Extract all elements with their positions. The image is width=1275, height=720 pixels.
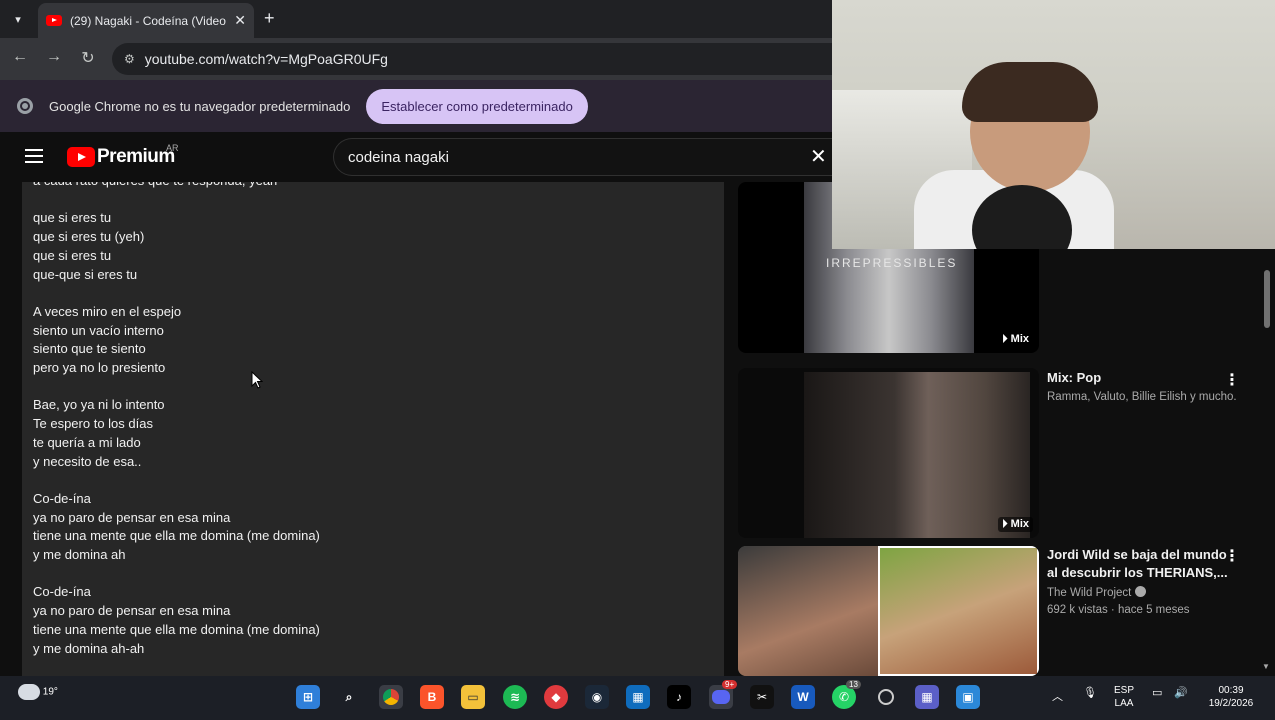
file-explorer-icon[interactable]: ▭	[461, 685, 485, 709]
video-title[interactable]: Jordi Wild se baja del mundo al descubri…	[1047, 546, 1237, 582]
url-text[interactable]: youtube.com/watch?v=MgPoaGR0UFg	[145, 51, 388, 67]
grid-app-icon[interactable]: ▦	[915, 685, 939, 709]
window-app-icon[interactable]: ▣	[956, 685, 980, 709]
video-thumbnail[interactable]: ⏵ Mix	[738, 368, 1039, 538]
cloud-icon	[18, 684, 40, 700]
microsoft-store-icon[interactable]: ▦	[626, 685, 650, 709]
youtube-premium-logo-text[interactable]: Premium	[97, 146, 175, 168]
tab-close-icon[interactable]: ✕	[234, 12, 246, 29]
search-query-text[interactable]: codeina nagaki	[348, 149, 449, 166]
youtube-logo-icon[interactable]	[67, 147, 95, 167]
clear-search-icon[interactable]: ✕	[810, 144, 827, 169]
chrome-taskbar-icon[interactable]	[379, 685, 403, 709]
keyboard-layout: LAA	[1114, 698, 1134, 709]
back-arrow-icon[interactable]: ←	[9, 48, 31, 66]
thumbnail-text: IRREPRESSIBLES	[826, 256, 958, 270]
video-meta: 692 k vistas · hace 5 meses	[1047, 604, 1190, 616]
temperature: 19°	[42, 686, 58, 698]
network-icon[interactable]: ▭	[1152, 686, 1162, 699]
brave-taskbar-icon[interactable]: B	[420, 685, 444, 709]
site-info-icon[interactable]: ⚙	[124, 52, 135, 66]
weather-widget[interactable]: 19°	[18, 684, 58, 700]
youtube-favicon-icon	[46, 15, 62, 26]
tiktok-icon[interactable]: ♪	[667, 685, 691, 709]
browser-tab-active[interactable]: (29) Nagaki - Codeína (Video O ✕	[38, 3, 254, 38]
search-input[interactable]: codeina nagaki	[333, 138, 843, 176]
capcut-icon[interactable]: ✂	[750, 685, 774, 709]
page-scrollbar[interactable]	[1264, 270, 1270, 328]
menu-icon[interactable]	[25, 149, 43, 163]
thumbnail-left-image	[738, 546, 878, 676]
mix-badge: ⏵ Mix	[998, 517, 1033, 532]
word-icon[interactable]: W	[791, 685, 815, 709]
volume-icon[interactable]: 🔊	[1174, 686, 1188, 699]
verified-check-icon	[1135, 586, 1147, 597]
webcam-person-hair	[962, 62, 1098, 122]
channel-name[interactable]: The Wild Project	[1047, 586, 1237, 599]
new-tab-plus-icon[interactable]: +	[264, 8, 275, 29]
clock-date: 19/2/2026	[1208, 698, 1254, 709]
set-default-button[interactable]: Establecer como predeterminado	[366, 88, 588, 124]
mix-badge: ⏵ Mix	[998, 332, 1033, 347]
video-thumbnail[interactable]	[738, 546, 1039, 676]
video-description-panel: a cada rato quieres que te responda, yea…	[22, 182, 724, 676]
language-indicator[interactable]: ESP LAA	[1110, 684, 1138, 710]
app-icon[interactable]	[874, 685, 898, 709]
clock-time: 00:39	[1218, 685, 1244, 696]
mouse-cursor-icon	[251, 371, 263, 389]
discord-notification-badge: 9+	[722, 680, 738, 689]
show-hidden-icons-chevron-icon[interactable]: ︿	[1052, 688, 1063, 704]
more-options-icon[interactable]: ⋮	[1224, 370, 1240, 390]
scroll-down-arrow-icon[interactable]: ▼	[1262, 662, 1270, 671]
whatsapp-notification-badge: 13	[846, 680, 861, 689]
windows-taskbar: 19° ⊞ ⌕ B ▭ ≋ ◆ ◉ ▦ ♪ 9+ ✂ W ✆ 13 ▦ ▣ ︿ …	[0, 676, 1275, 720]
thumbnail-right-image	[878, 546, 1039, 676]
clock[interactable]: 00:39 19/2/2026	[1198, 684, 1264, 710]
tab-title: (29) Nagaki - Codeína (Video O	[70, 13, 229, 28]
steam-icon[interactable]: ◉	[585, 685, 609, 709]
recommendations-sidebar: IRREPRESSIBLES ⏵ Mix ⏵ Mix Mix: Pop Ramm…	[738, 182, 1258, 676]
spotify-icon[interactable]: ≋	[503, 685, 527, 709]
video-title[interactable]: Mix: Pop	[1047, 369, 1237, 387]
microphone-icon[interactable]: 🎙	[1083, 686, 1097, 699]
start-windows-icon[interactable]: ⊞	[296, 685, 320, 709]
album-art	[804, 372, 1030, 538]
language-code: ESP	[1113, 685, 1134, 696]
video-meta: Ramma, Valuto, Billie Eilish y mucho...	[1047, 391, 1237, 403]
chrome-logo-icon	[17, 98, 33, 114]
lyrics-text: a cada rato quieres que te responda, yea…	[33, 182, 320, 656]
country-code: AR	[166, 143, 179, 153]
webcam-overlay	[832, 0, 1275, 249]
search-icon[interactable]: ⌕	[337, 685, 361, 709]
tab-search-chevron-icon[interactable]: ▾	[6, 7, 30, 31]
forward-arrow-icon[interactable]: →	[43, 48, 65, 66]
reload-icon[interactable]: ↻	[77, 48, 99, 68]
more-options-icon[interactable]: ⋮	[1224, 546, 1240, 566]
infobar-message: Google Chrome no es tu navegador predete…	[49, 98, 351, 114]
red-app-icon[interactable]: ◆	[544, 685, 568, 709]
